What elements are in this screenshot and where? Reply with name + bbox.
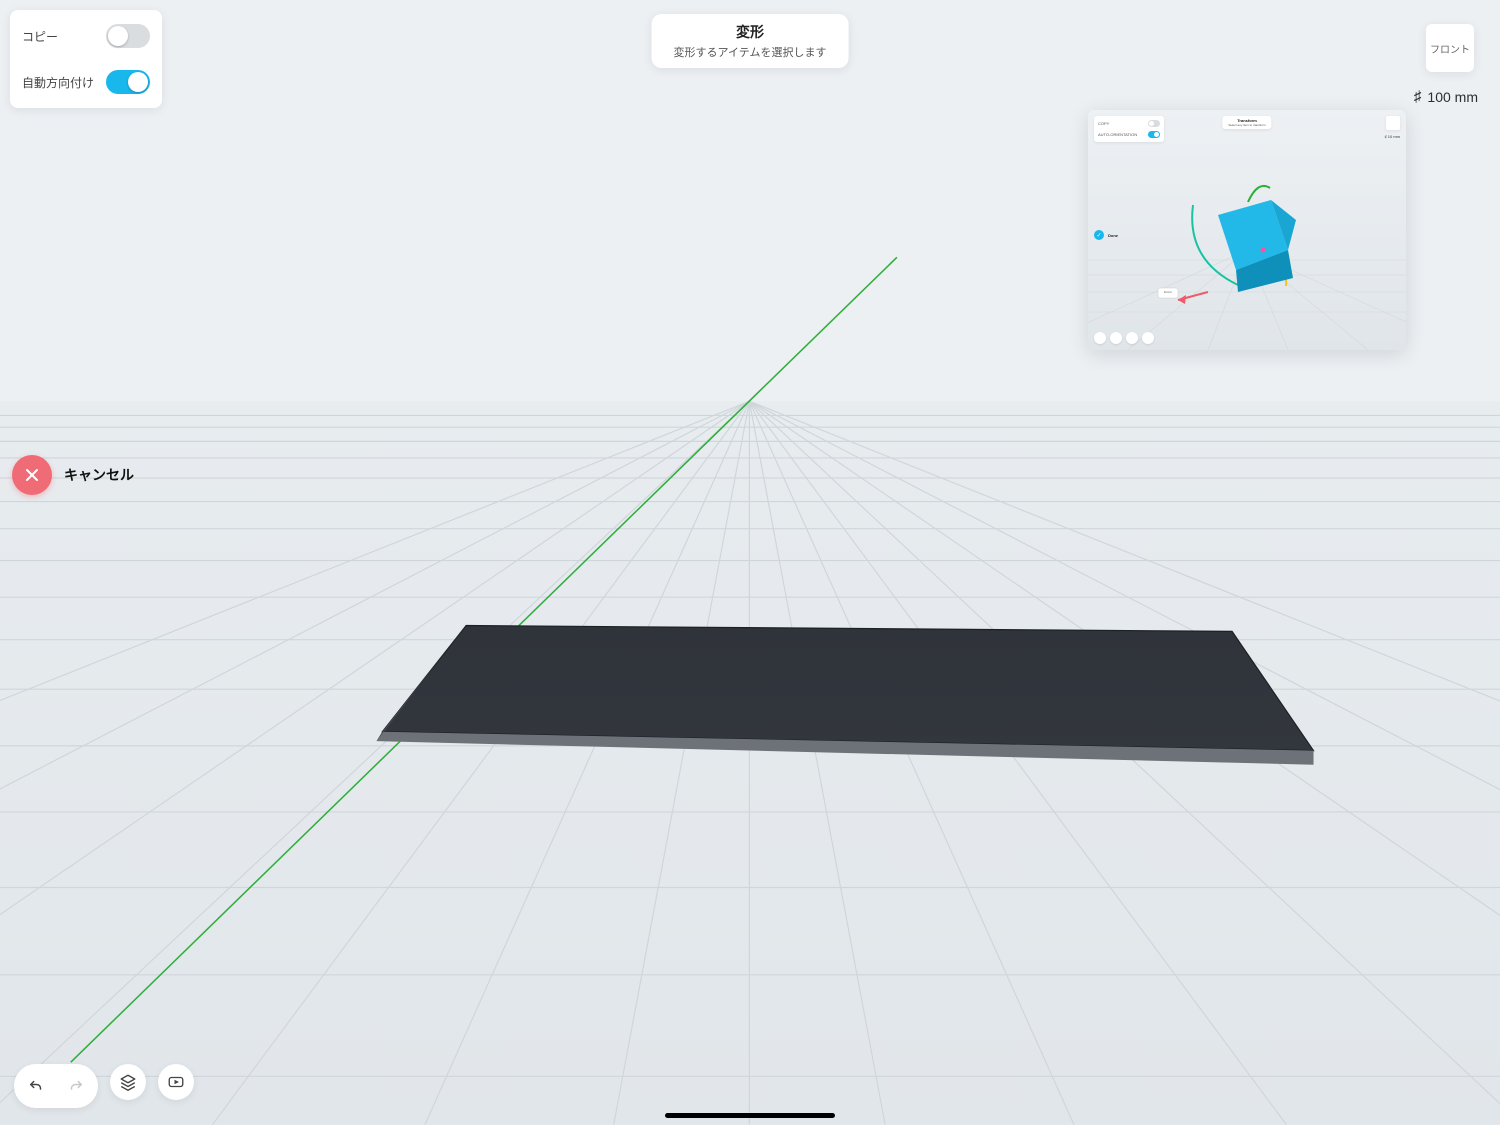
reference-thumbnail[interactable]: COPY AUTO-ORIENTATION Transform Select a… bbox=[1088, 110, 1406, 350]
close-icon bbox=[24, 467, 40, 483]
help-video-button[interactable] bbox=[158, 1064, 194, 1100]
mode-subtitle: 変形するアイテムを選択します bbox=[674, 44, 827, 60]
mode-banner: 変形 変形するアイテムを選択します bbox=[652, 14, 849, 68]
cancel-button[interactable] bbox=[12, 455, 52, 495]
redo-button[interactable] bbox=[58, 1068, 94, 1104]
grid-size-readout[interactable]: ♯ 100 mm bbox=[1414, 88, 1478, 105]
grid-hash-icon: ♯ bbox=[1414, 88, 1422, 105]
thumb-done-button: ✓Done bbox=[1094, 230, 1118, 240]
view-orientation-button[interactable]: フロント bbox=[1426, 24, 1474, 72]
undo-button[interactable] bbox=[18, 1068, 54, 1104]
undo-icon bbox=[27, 1077, 45, 1095]
thumb-banner-sub: Select any item to transform bbox=[1228, 123, 1265, 127]
thumb-view-button bbox=[1386, 116, 1400, 130]
options-card: コピー 自動方向付け bbox=[10, 10, 162, 108]
layers-button[interactable] bbox=[110, 1064, 146, 1100]
thumb-auto-orient-label: AUTO-ORIENTATION bbox=[1098, 132, 1137, 137]
copy-toggle[interactable] bbox=[106, 24, 150, 48]
scene-object-slab[interactable] bbox=[376, 625, 1313, 764]
home-indicator bbox=[665, 1113, 835, 1118]
redo-icon bbox=[67, 1077, 85, 1095]
view-orientation-label: フロント bbox=[1430, 41, 1470, 56]
copy-label: コピー bbox=[22, 28, 58, 45]
thumb-translate-tag: 0 mm bbox=[1164, 290, 1172, 294]
layers-icon bbox=[119, 1073, 137, 1091]
bottom-toolbar bbox=[14, 1064, 194, 1108]
thumb-copy-label: COPY bbox=[1098, 121, 1109, 126]
mode-title: 変形 bbox=[674, 22, 827, 42]
auto-orient-toggle[interactable] bbox=[106, 70, 150, 94]
grid-size-value: 100 mm bbox=[1427, 89, 1478, 105]
cancel-label: キャンセル bbox=[64, 465, 134, 485]
thumb-grid-readout: ♯ 10 mm bbox=[1385, 134, 1400, 139]
auto-orient-label: 自動方向付け bbox=[22, 74, 94, 91]
help-video-icon bbox=[167, 1073, 185, 1091]
